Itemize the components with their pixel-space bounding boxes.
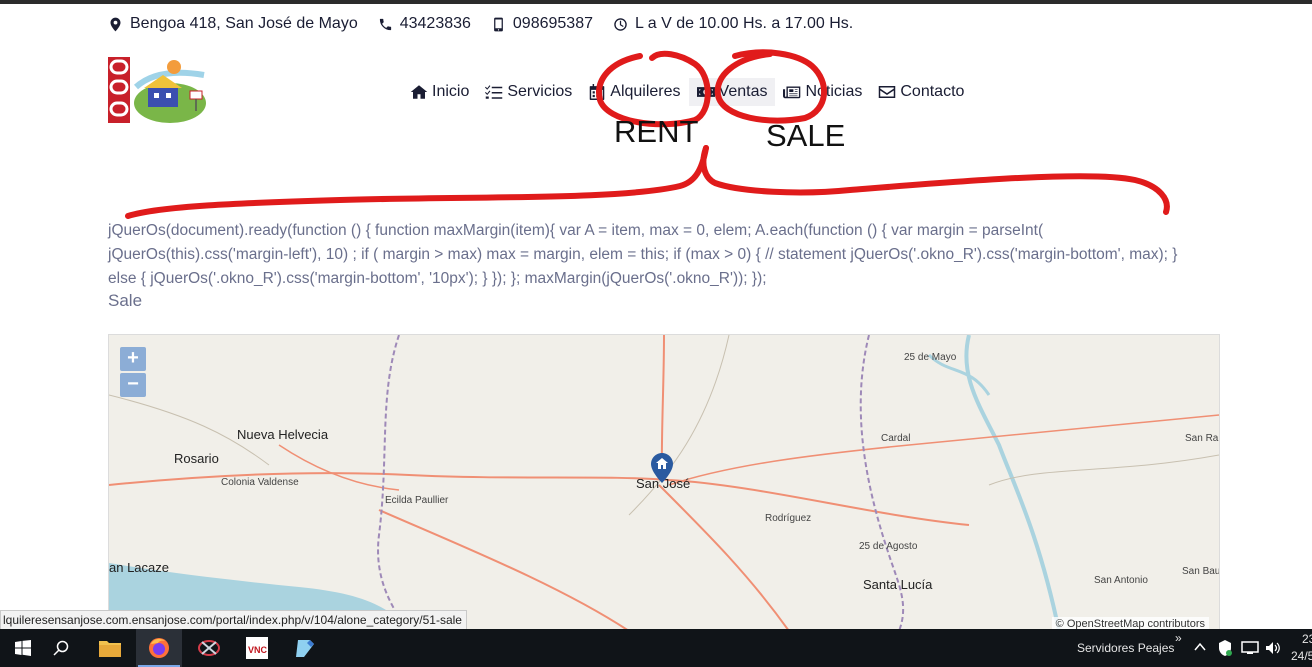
windows-logo-icon	[15, 640, 31, 656]
tray-toolbar-chevron[interactable]: »	[1175, 631, 1182, 645]
map-label-rodriguez: Rodríguez	[765, 513, 812, 524]
status-bar-url: lquileresensanjose.com.ensanjose.com/por…	[0, 610, 467, 631]
taskbar-vnc-viewer[interactable]: VNC	[234, 629, 280, 667]
map-label-rosario: Rosario	[174, 451, 219, 466]
money-bill-icon	[696, 87, 715, 97]
nav-item-contacto[interactable]: Contacto	[870, 78, 972, 106]
nav-label-inicio: Inicio	[432, 83, 470, 100]
map-label-san-ra: San Ra	[1185, 433, 1219, 444]
mobile-text: 098695387	[512, 15, 593, 32]
clock-date[interactable]: 24/5	[1291, 649, 1312, 663]
annotation-rent: RENT	[614, 114, 699, 149]
taskbar-snipping-tool[interactable]	[186, 629, 232, 667]
clock-icon	[614, 17, 627, 31]
notepad-icon	[296, 640, 314, 657]
map-label-nueva-helvecia: Nueva Helvecia	[237, 427, 329, 442]
security-shield-icon[interactable]	[1218, 640, 1232, 656]
map-label-ecilda-paullier: Ecilda Paullier	[385, 495, 449, 506]
phone-icon	[379, 18, 391, 30]
volume-icon[interactable]	[1265, 641, 1281, 655]
calendar-icon	[589, 84, 605, 100]
contact-hours: L a V de 10.00 Hs. a 17.00 Hs.	[613, 15, 853, 33]
svg-text:VNC: VNC	[248, 645, 268, 655]
contact-mobile[interactable]: 098695387	[491, 15, 593, 33]
map-zoom-controls: + −	[120, 347, 146, 397]
taskbar-file-explorer[interactable]	[87, 629, 133, 667]
nav-item-alquileres[interactable]: Alquileres	[580, 78, 688, 106]
show-hidden-icons-icon[interactable]	[1194, 642, 1206, 652]
main-nav: Inicio Servicios Alquileres Ventas Notic…	[402, 78, 972, 106]
zoom-out-button[interactable]: −	[120, 373, 146, 397]
network-icon[interactable]	[1241, 641, 1259, 655]
map-label-colonia-valdense: Colonia Valdense	[221, 477, 299, 488]
map-label-25-de-agosto: 25 de Agosto	[859, 541, 918, 552]
zoom-in-button[interactable]: +	[120, 347, 146, 371]
firefox-icon	[149, 638, 169, 658]
folder-icon	[99, 641, 121, 657]
windows-taskbar: VNC Servidores Peajes » 23 24/5	[0, 629, 1312, 667]
envelope-icon	[879, 86, 896, 98]
phone-text: 43423836	[399, 15, 471, 32]
contact-phone[interactable]: 43423836	[378, 15, 471, 33]
taskbar-firefox[interactable]	[136, 629, 182, 667]
address-text: Bengoa 418, San José de Mayo	[130, 15, 358, 32]
nav-label-alquileres: Alquileres	[610, 83, 681, 100]
nav-label-ventas: Ventas	[718, 83, 768, 100]
newspaper-icon	[783, 86, 801, 99]
search-taskbar-button[interactable]	[38, 629, 84, 667]
map-label-25-de-mayo: 25 de Mayo	[904, 352, 957, 363]
map-label-san-antonio: San Antonio	[1094, 575, 1148, 586]
nav-item-servicios[interactable]: Servicios	[477, 78, 580, 106]
clock-time[interactable]: 23	[1302, 632, 1312, 646]
nav-label-noticias: Noticias	[805, 83, 863, 100]
scissors-icon	[198, 640, 220, 656]
map-label-cardal: Cardal	[881, 433, 911, 444]
map-label-san-bau: San Bau	[1182, 566, 1220, 577]
script-text-block: jQuerOs(document).ready(function () { fu…	[108, 222, 1178, 287]
contact-bar: Bengoa 418, San José de Mayo 43423836 09…	[108, 12, 867, 36]
annotation-sale: SALE	[766, 118, 846, 153]
contact-address: Bengoa 418, San José de Mayo	[108, 15, 358, 33]
site-logo[interactable]	[108, 57, 208, 123]
nav-item-ventas[interactable]: Ventas	[688, 78, 776, 106]
category-title: Sale	[108, 291, 143, 310]
hours-text: L a V de 10.00 Hs. a 17.00 Hs.	[635, 15, 854, 32]
nav-item-inicio[interactable]: Inicio	[402, 78, 477, 106]
list-check-icon	[485, 85, 503, 99]
mobile-icon	[494, 17, 503, 31]
map-label-santa-lucia: Santa Lucía	[863, 577, 933, 592]
tray-toolbar-label[interactable]: Servidores Peajes	[1077, 641, 1174, 655]
browser-top-edge	[0, 0, 1312, 4]
taskbar-notepad[interactable]	[282, 629, 328, 667]
map-marker-pin-icon[interactable]	[651, 453, 673, 483]
nav-item-noticias[interactable]: Noticias	[775, 78, 870, 106]
map-marker-icon	[110, 17, 121, 31]
home-icon	[410, 85, 428, 99]
map-label-lacaze: an Lacaze	[109, 560, 169, 575]
nav-label-servicios: Servicios	[507, 83, 573, 100]
vnc-icon: VNC	[246, 637, 268, 659]
location-map[interactable]: + − Nueva Helvecia Rosario Colonia Valde…	[108, 334, 1220, 632]
search-icon	[53, 640, 69, 656]
nav-label-contacto: Contacto	[900, 83, 965, 100]
